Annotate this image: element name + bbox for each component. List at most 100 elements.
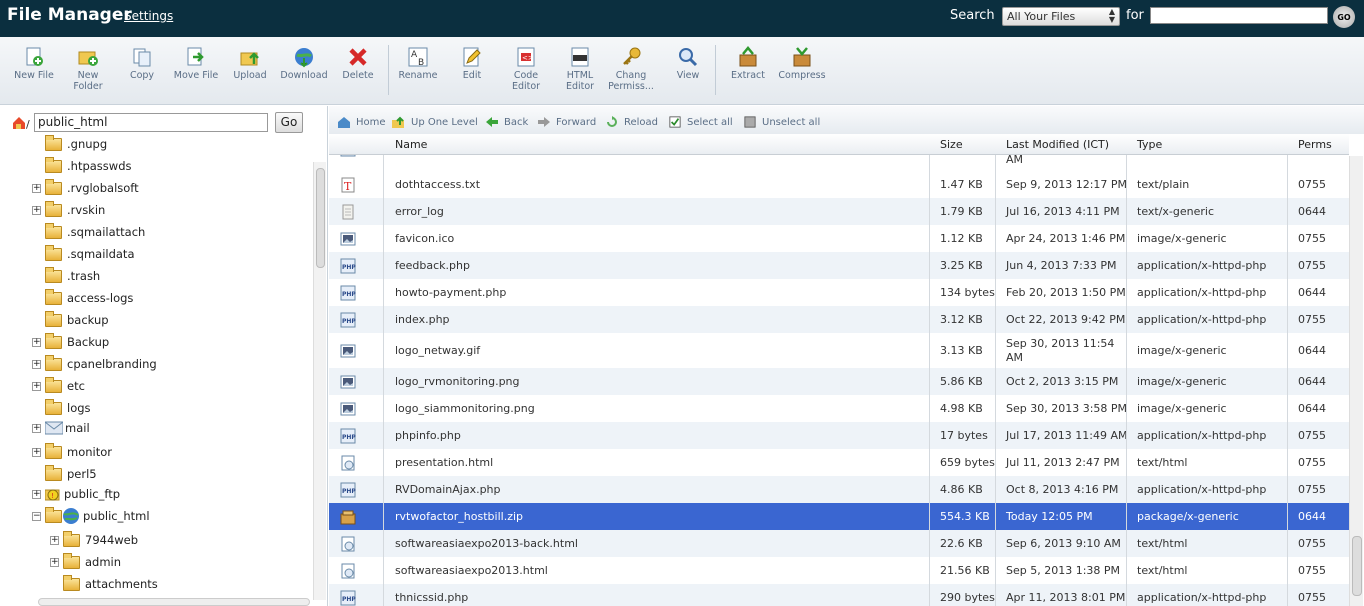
rename-button[interactable]: AB Rename: [391, 46, 445, 81]
path-input[interactable]: public_html: [34, 113, 268, 132]
tree-folder-item[interactable]: + .rvglobalsoft: [32, 178, 139, 198]
expand-toggle-icon[interactable]: +: [32, 489, 41, 499]
file-modified: Apr 11, 2013 8:01 PM: [1006, 591, 1126, 604]
new-folder-button[interactable]: New Folder: [61, 46, 115, 92]
table-row[interactable]: PHP index.php 3.12 KB Oct 22, 2013 9:42 PM a…: [329, 306, 1349, 333]
expand-toggle-icon[interactable]: +: [50, 557, 59, 567]
edit-button[interactable]: Edit: [445, 46, 499, 81]
table-row[interactable]: PHP howto-payment.php 134 bytes Feb 20, 201…: [329, 279, 1349, 306]
up-one-level-button[interactable]: Up One Level: [392, 116, 478, 128]
tree-folder-item[interactable]: logs: [32, 398, 91, 418]
table-row[interactable]: PHP thnicssid.php 290 bytes Apr 11, 2013 8:…: [329, 584, 1349, 606]
expand-toggle-icon[interactable]: +: [32, 337, 41, 347]
file-perms: 0644: [1298, 344, 1326, 357]
view-button[interactable]: View: [661, 46, 715, 81]
download-label: Download: [280, 70, 328, 81]
tree-folder-item[interactable]: + monitor: [32, 442, 112, 462]
unselect-all-button[interactable]: Unselect all: [743, 116, 820, 128]
select-all-button[interactable]: Select all: [668, 116, 733, 128]
tree-folder-item[interactable]: .trash: [32, 266, 100, 286]
table-row[interactable]: error_log 1.79 KB Jul 16, 2013 4:11 PM text…: [329, 198, 1349, 225]
path-go-button[interactable]: Go: [275, 112, 303, 133]
tree-folder-item[interactable]: + Backup: [32, 332, 109, 352]
column-size-header[interactable]: Size: [940, 138, 963, 151]
expand-toggle-icon[interactable]: +: [32, 205, 41, 215]
new-file-button[interactable]: New File: [7, 46, 61, 81]
tree-folder-item[interactable]: .htpasswds: [32, 156, 131, 176]
reload-button[interactable]: Reload: [605, 116, 658, 128]
column-type-header[interactable]: Type: [1137, 138, 1162, 151]
table-row[interactable]: Tdothtaccess.txt 1.47 KB Sep 9, 2013 12:17…: [329, 171, 1349, 198]
search-input[interactable]: [1150, 7, 1328, 24]
search-go-button[interactable]: GO: [1333, 6, 1355, 28]
column-perms-header[interactable]: Perms: [1298, 138, 1332, 151]
code-editor-icon: <>: [517, 47, 535, 67]
move-file-button[interactable]: Move File: [169, 46, 223, 81]
php-file-icon: PHP: [340, 482, 356, 498]
table-row[interactable]: softwareasiaexpo2013-back.html 22.6 KB Sep…: [329, 530, 1349, 557]
home-button[interactable]: Home: [337, 116, 386, 128]
table-row[interactable]: PHP RVDomainAjax.php 4.86 KB Oct 8, 2013 4:…: [329, 476, 1349, 503]
code-editor-button[interactable]: <> Code Editor: [499, 46, 553, 92]
tree-folder-item[interactable]: access-logs: [32, 288, 133, 308]
settings-link[interactable]: Settings: [124, 9, 173, 23]
tree-horizontal-scrollbar[interactable]: [38, 598, 310, 606]
column-modified-header[interactable]: Last Modified (ICT): [1006, 138, 1109, 151]
file-size: 5.86 KB: [940, 375, 983, 388]
tree-folder-item[interactable]: attachments: [50, 574, 158, 594]
new-folder-label-1: New: [77, 70, 99, 81]
table-row[interactable]: rvtwofactor_hostbill.zip 554.3 KB Today 12…: [329, 503, 1349, 530]
expand-toggle-icon[interactable]: +: [32, 183, 41, 193]
tree-folder-item[interactable]: + cpanelbranding: [32, 354, 157, 374]
new-file-icon: [26, 47, 43, 66]
table-row[interactable]: PHP phpinfo.php 17 bytes Jul 17, 2013 11:49…: [329, 422, 1349, 449]
folder-icon: [45, 310, 62, 327]
tree-scrollbar[interactable]: [313, 162, 326, 600]
table-row[interactable]: presentation.html 659 bytes Jul 11, 2013 2…: [329, 449, 1349, 476]
upload-button[interactable]: Upload: [223, 46, 277, 81]
tree-folder-item[interactable]: perl5: [32, 464, 97, 484]
expand-toggle-icon[interactable]: +: [32, 447, 41, 457]
tree-folder-item[interactable]: backup: [32, 310, 109, 330]
code-editor-label-2: Editor: [511, 81, 541, 92]
tree-folder-item[interactable]: +! public_ftp: [32, 484, 120, 504]
file-type: text/html: [1137, 537, 1188, 550]
file-list-scrollbar[interactable]: [1349, 156, 1363, 606]
table-row[interactable]: logo_siammonitoring.png 4.98 KB Sep 30, 20…: [329, 395, 1349, 422]
tree-folder-item[interactable]: .sqmailattach: [32, 222, 145, 242]
file-list-scroll-thumb[interactable]: [1352, 536, 1362, 596]
delete-button[interactable]: Delete: [331, 46, 385, 81]
table-row[interactable]: PHP feedback.php 3.25 KB Jun 4, 2013 7:33 P…: [329, 252, 1349, 279]
table-row[interactable]: softwareasiaexpo2013.html 21.56 KB Sep 5, …: [329, 557, 1349, 584]
delete-label: Delete: [342, 70, 374, 81]
download-button[interactable]: Download: [277, 46, 331, 81]
table-row[interactable]: logo_netway.gif 3.13 KB Sep 30, 2013 11:54…: [329, 333, 1349, 368]
expand-toggle-icon[interactable]: +: [50, 535, 59, 545]
tree-scroll-thumb[interactable]: [316, 168, 325, 268]
change-permissions-button[interactable]: Chang Permiss...: [604, 46, 658, 92]
expand-toggle-icon[interactable]: +: [32, 423, 41, 433]
tree-folder-item[interactable]: .sqmaildata: [32, 244, 135, 264]
tree-folder-item[interactable]: + .rvskin: [32, 200, 105, 220]
expand-toggle-icon[interactable]: −: [32, 511, 41, 521]
extract-button[interactable]: Extract: [721, 46, 775, 81]
tree-folder-item[interactable]: + etc: [32, 376, 85, 396]
compress-button[interactable]: Compress: [775, 46, 829, 81]
expand-toggle-icon[interactable]: +: [32, 359, 41, 369]
tree-folder-item[interactable]: + mail: [32, 418, 90, 438]
table-row[interactable]: logo_rvmonitoring.png 5.86 KB Oct 2, 2013 …: [329, 368, 1349, 395]
tree-folder-label: .sqmailattach: [67, 225, 146, 239]
table-row[interactable]: favicon.ico 1.12 KB Apr 24, 2013 1:46 PM im…: [329, 225, 1349, 252]
tree-folder-item[interactable]: .gnupg: [32, 134, 107, 154]
tree-folder-item[interactable]: +7944web: [50, 530, 138, 550]
html-editor-button[interactable]: HTML Editor: [553, 46, 607, 92]
column-name-header[interactable]: Name: [395, 138, 427, 151]
search-scope-select[interactable]: All Your Files ▲ ▼: [1002, 7, 1120, 26]
zip-file-icon: [340, 510, 356, 525]
back-button[interactable]: Back: [485, 116, 528, 128]
tree-folder-item[interactable]: + admin: [50, 552, 121, 572]
forward-button[interactable]: Forward: [537, 116, 596, 128]
copy-button[interactable]: Copy: [115, 46, 169, 81]
expand-toggle-icon[interactable]: +: [32, 381, 41, 391]
tree-folder-item[interactable]: − public_html: [32, 506, 150, 526]
